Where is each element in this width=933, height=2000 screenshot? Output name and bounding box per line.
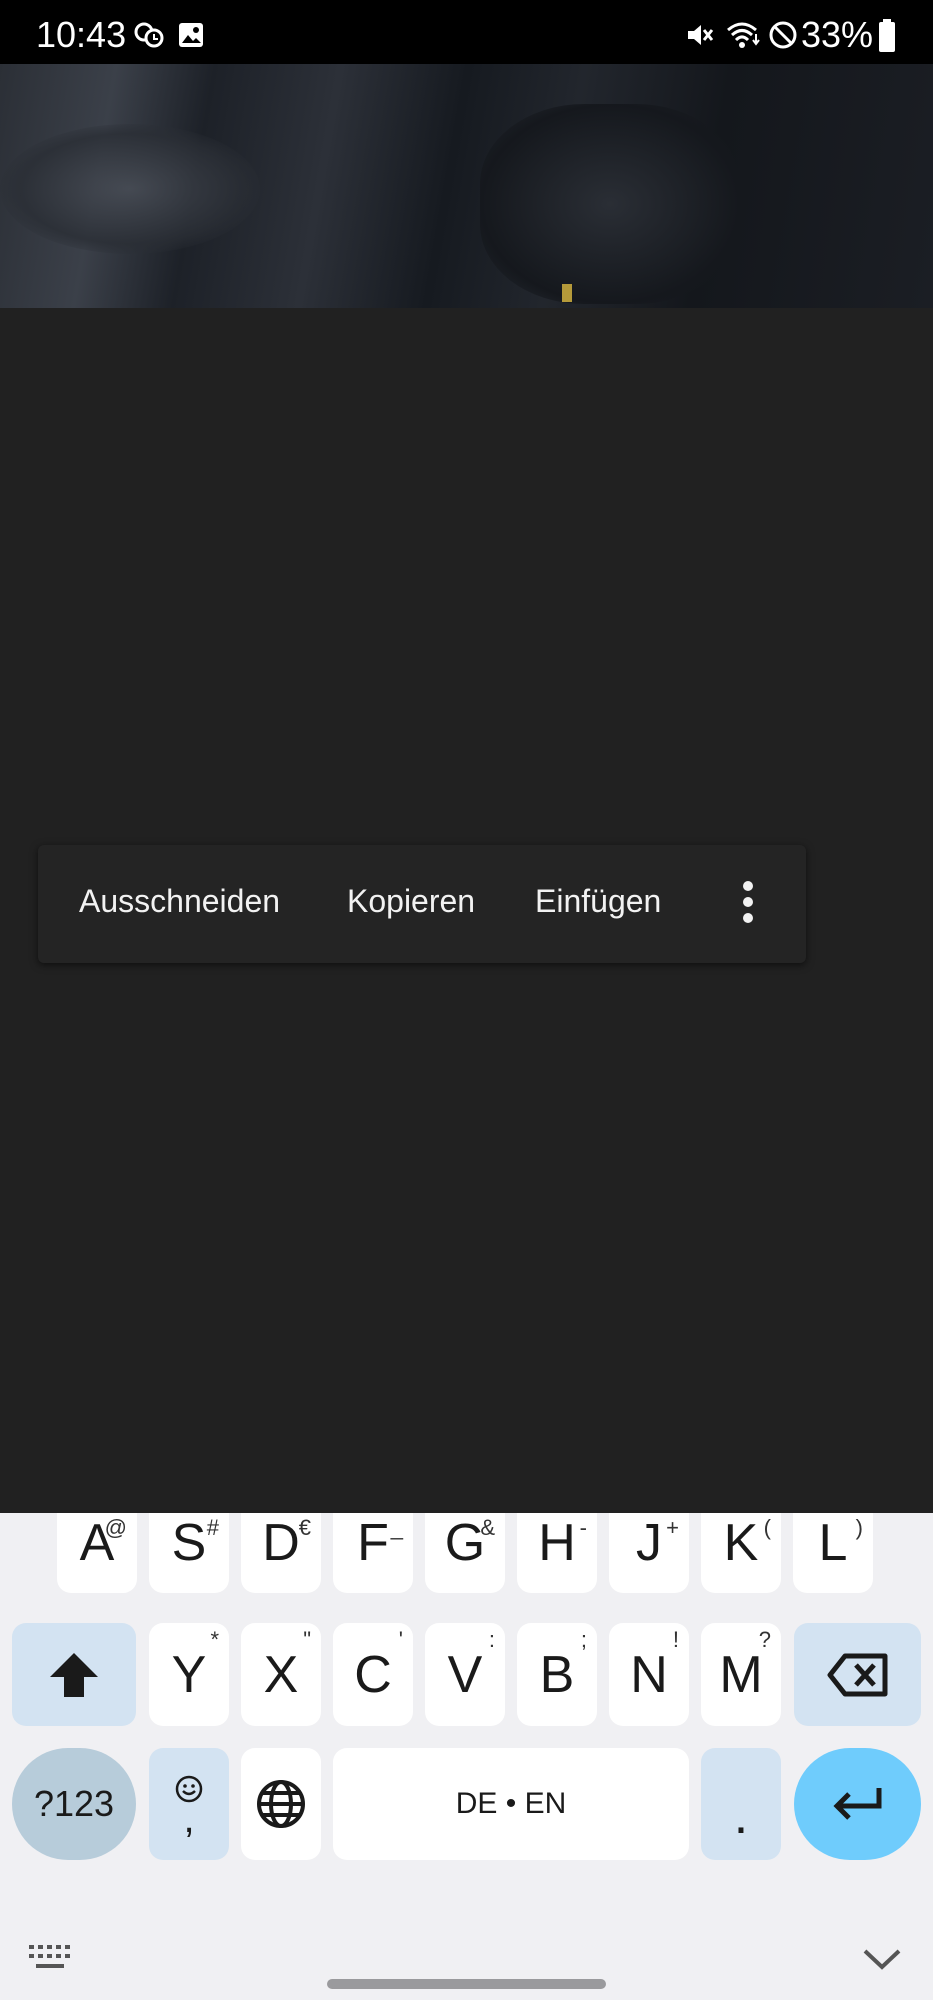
key-h[interactable]: H- bbox=[517, 1513, 597, 1593]
chevron-down-icon[interactable] bbox=[862, 1947, 902, 1971]
paste-button[interactable]: Einfügen bbox=[535, 883, 661, 920]
wifi-icon bbox=[727, 22, 760, 48]
backspace-key[interactable] bbox=[794, 1623, 921, 1726]
text-selection-toolbar: Ausschneiden Kopieren Einfügen bbox=[38, 845, 806, 963]
language-key[interactable] bbox=[241, 1748, 321, 1860]
battery-icon bbox=[879, 19, 895, 52]
key-x[interactable]: X " bbox=[241, 1623, 321, 1726]
space-key[interactable]: DE • EN bbox=[333, 1748, 689, 1860]
key-l[interactable]: L) bbox=[793, 1513, 873, 1593]
notification-icon bbox=[134, 22, 164, 48]
enter-key[interactable] bbox=[794, 1748, 921, 1860]
key-y[interactable]: Y * bbox=[149, 1623, 229, 1726]
backspace-icon bbox=[827, 1653, 887, 1696]
more-vert-icon[interactable] bbox=[738, 881, 758, 927]
video-light-spot bbox=[562, 284, 572, 302]
enter-icon bbox=[832, 1788, 881, 1820]
key-c[interactable]: C ' bbox=[333, 1623, 413, 1726]
status-bar: 10:43 33% bbox=[0, 0, 933, 64]
mute-icon bbox=[688, 25, 714, 45]
key-a[interactable]: A @ bbox=[57, 1513, 137, 1593]
do-not-disturb-icon bbox=[769, 21, 797, 49]
home-indicator[interactable] bbox=[327, 1979, 606, 1989]
gallery-icon bbox=[179, 23, 203, 47]
video-blur-shape bbox=[0, 124, 260, 254]
video-blur-shape-2 bbox=[480, 104, 740, 304]
emoji-comma-key[interactable]: , bbox=[149, 1748, 229, 1860]
shift-icon bbox=[50, 1652, 98, 1697]
status-time: 10:43 bbox=[36, 14, 127, 55]
key-j[interactable]: J + bbox=[609, 1513, 689, 1593]
key-s[interactable]: S # bbox=[149, 1513, 229, 1593]
symbols-key[interactable]: ?123 bbox=[12, 1748, 136, 1860]
key-k[interactable]: K( bbox=[701, 1513, 781, 1593]
keyboard-icon[interactable] bbox=[28, 1943, 74, 1973]
globe-icon bbox=[257, 1780, 305, 1828]
key-g[interactable]: G & bbox=[425, 1513, 505, 1593]
copy-button[interactable]: Kopieren bbox=[347, 883, 475, 920]
shift-key[interactable] bbox=[12, 1623, 136, 1726]
key-b[interactable]: B; bbox=[517, 1623, 597, 1726]
key-f[interactable]: F _ bbox=[333, 1513, 413, 1593]
cut-button[interactable]: Ausschneiden bbox=[79, 883, 280, 920]
battery-percent: 33% bbox=[800, 14, 873, 55]
key-d[interactable]: D € bbox=[241, 1513, 321, 1593]
key-v[interactable]: V: bbox=[425, 1623, 505, 1726]
key-m[interactable]: M? bbox=[701, 1623, 781, 1726]
video-preview[interactable] bbox=[0, 64, 933, 308]
keyboard: A @ S # D € F _ G & H- J + K( L) Y * X " C ' V: B… bbox=[0, 1513, 933, 2000]
key-n[interactable]: N! bbox=[609, 1623, 689, 1726]
period-key[interactable]: . bbox=[701, 1748, 781, 1860]
